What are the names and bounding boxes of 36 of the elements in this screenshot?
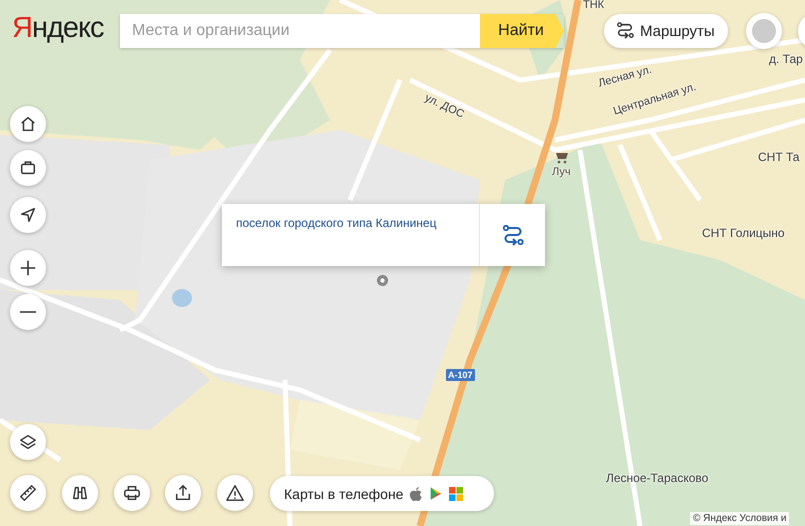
street-label: ул. ДОС xyxy=(422,92,466,121)
navigation-arrow-icon xyxy=(19,206,37,224)
share-icon xyxy=(174,484,192,502)
route-button[interactable] xyxy=(479,204,545,266)
shopping-cart-icon xyxy=(555,152,569,164)
ruler-icon xyxy=(19,484,37,502)
plus-icon xyxy=(19,259,37,277)
place-label: СНТ Та xyxy=(758,150,800,164)
routes-button[interactable]: Маршруты xyxy=(604,14,728,48)
mobile-app-banner[interactable]: Карты в телефоне xyxy=(270,476,494,511)
play-store-icon xyxy=(429,486,444,501)
search-field[interactable]: Места и организации xyxy=(120,14,480,48)
banner-text: Карты в телефоне xyxy=(284,486,404,502)
place-label: ТНК xyxy=(583,0,604,11)
map-pin-icon xyxy=(376,274,389,287)
printer-icon xyxy=(123,484,141,502)
minus-icon xyxy=(19,310,37,314)
warning-icon xyxy=(226,484,244,502)
place-label: Лесное-Тарасково xyxy=(606,471,708,485)
windows-icon xyxy=(449,486,464,500)
copyright-text: © Яндекс Условия и xyxy=(690,512,790,525)
binoculars-icon xyxy=(71,484,89,502)
road-number: А-107 xyxy=(446,369,475,381)
place-title[interactable]: поселок городского типа Калининец xyxy=(222,204,479,266)
place-label: СНТ Голицыно xyxy=(702,226,785,240)
layers-icon xyxy=(19,433,37,451)
route-icon xyxy=(502,224,524,246)
logo[interactable]: Яндекс xyxy=(12,12,104,45)
route-icon xyxy=(616,22,634,40)
search-button[interactable]: Найти xyxy=(480,14,564,48)
apple-icon xyxy=(409,486,424,502)
place-label: д. Тар xyxy=(769,52,803,66)
briefcase-icon xyxy=(19,159,37,177)
home-icon xyxy=(19,115,37,133)
place-label: Луч xyxy=(552,166,571,178)
street-label: Лесная ул. xyxy=(597,64,654,90)
